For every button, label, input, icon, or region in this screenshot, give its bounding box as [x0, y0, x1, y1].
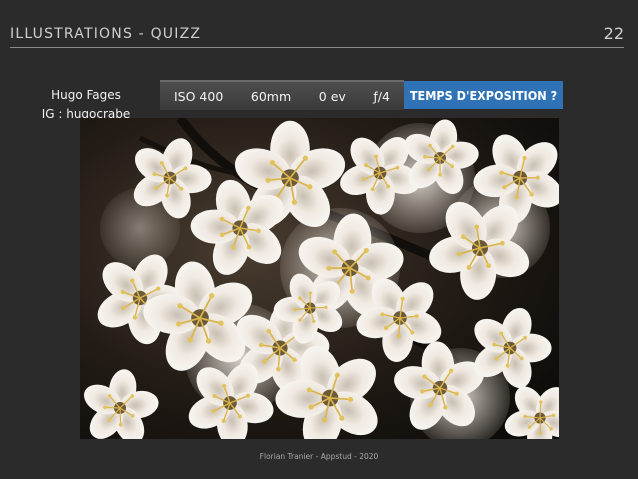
exif-aperture: ƒ/4 [373, 88, 390, 104]
blossom-photo-drawing [80, 118, 559, 439]
title-divider [10, 47, 624, 48]
slide-title: ILLUSTRATIONS - QUIZZ [10, 26, 202, 42]
exif-bar: ISO 400 60mm 0 ev ƒ/4 [160, 80, 404, 110]
page-number: 22 [603, 24, 624, 43]
blossom-photo [80, 118, 559, 439]
slide-footer: Florian Tranier - Appstud - 2020 [259, 452, 379, 461]
quiz-question-banner: TEMPS D'EXPOSITION ? [404, 81, 563, 109]
credit-author: Hugo Fages [51, 88, 121, 102]
exif-focal-length: 60mm [250, 88, 292, 104]
exif-exposure-comp: 0 ev [318, 88, 346, 104]
exif-iso: ISO 400 [174, 88, 224, 104]
